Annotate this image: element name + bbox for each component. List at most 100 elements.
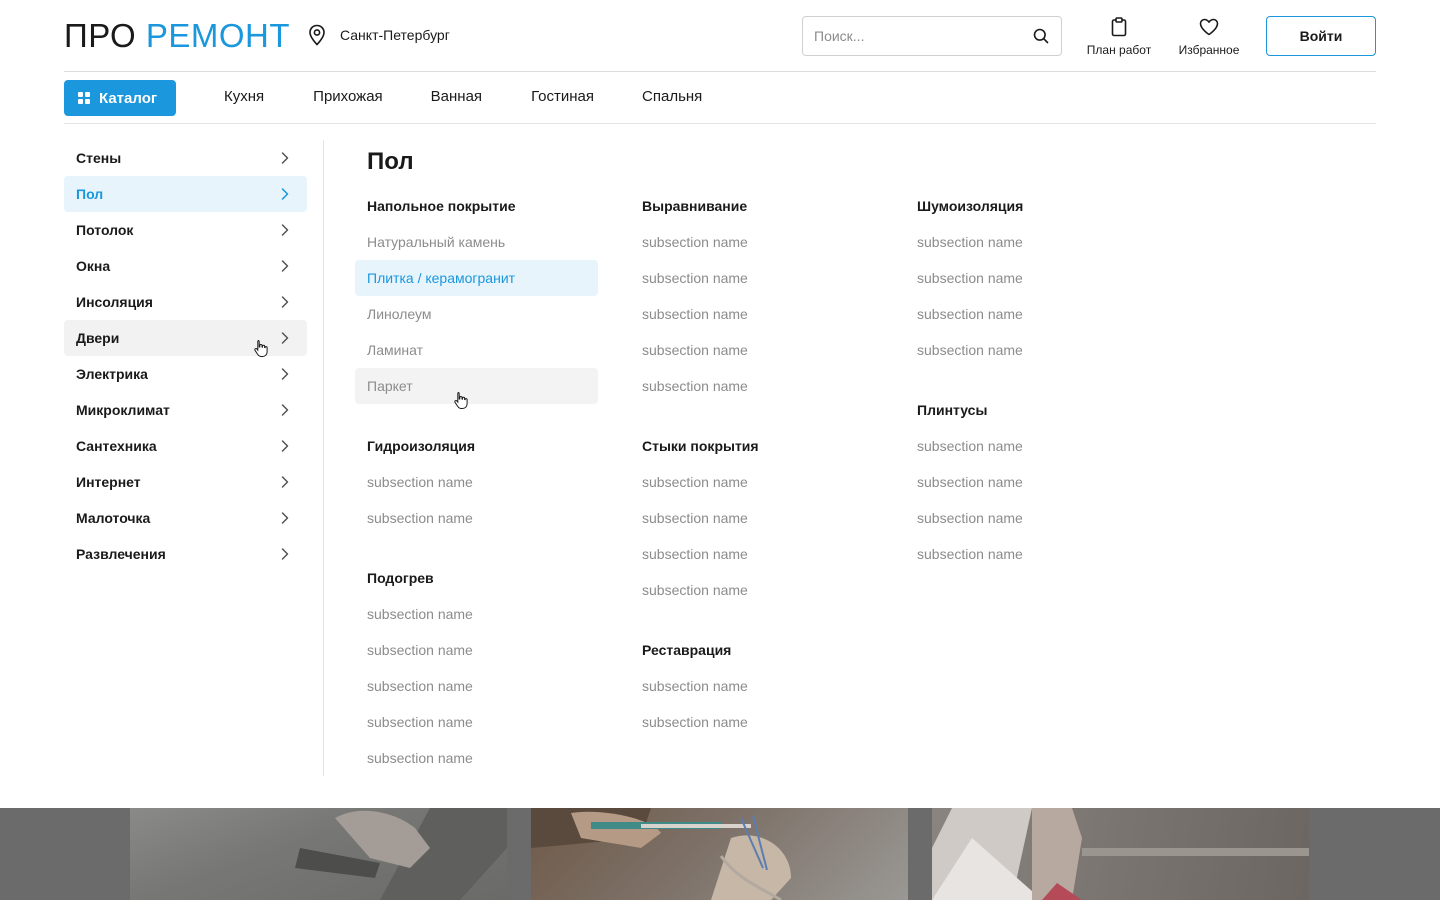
nav-link-living-room[interactable]: Гостиная (531, 88, 594, 105)
ceiling-work-photo (932, 808, 1309, 900)
subsection-heading[interactable]: Шумоизоляция (905, 188, 1148, 224)
subsection-link[interactable]: subsection name (630, 500, 873, 536)
sidebar-item[interactable]: Микроклимат (64, 392, 307, 428)
subsection-link[interactable]: Натуральный камень (355, 224, 598, 260)
subsection-link[interactable]: subsection name (905, 464, 1148, 500)
chevron-right-icon (279, 548, 291, 560)
sidebar-item-label: Потолок (76, 222, 134, 238)
sidebar-item-label: Пол (76, 186, 104, 202)
chevron-right-icon (279, 404, 291, 416)
subsection-link[interactable]: subsection name (905, 536, 1148, 572)
sidebar-item[interactable]: Окна (64, 248, 307, 284)
subsection-heading[interactable]: Гидроизоляция (355, 428, 598, 464)
sidebar-item[interactable]: Потолок (64, 212, 307, 248)
sidebar-item-label: Интернет (76, 474, 141, 490)
subsection-heading[interactable]: Реставрация (630, 632, 873, 668)
sidebar-item[interactable]: Сантехника (64, 428, 307, 464)
subsection-column-3: Шумоизоляция subsection name subsection na… (905, 188, 1148, 596)
logo[interactable]: ПРО РЕМОНТ (64, 18, 290, 54)
background-overlay (0, 808, 1440, 900)
chevron-right-icon (279, 368, 291, 380)
sidebar-item[interactable]: Двери (64, 320, 307, 356)
subsection-link[interactable]: subsection name (630, 704, 873, 740)
catalog-button[interactable]: Каталог (64, 80, 176, 116)
subsection-link[interactable]: subsection name (905, 224, 1148, 260)
subsection-link[interactable]: subsection name (355, 704, 598, 740)
subsection-group: Выравнивание subsection name subsection na… (630, 188, 873, 404)
search-input[interactable] (814, 28, 1031, 44)
sidebar-item-label: Сантехника (76, 438, 157, 454)
sidebar-item-label: Двери (76, 330, 120, 346)
nav-link-hallway[interactable]: Прихожая (313, 88, 383, 105)
subsection-link[interactable]: subsection name (905, 428, 1148, 464)
subsection-link[interactable]: subsection name (905, 260, 1148, 296)
top-nav: Каталог Кухня Прихожая Ванная Гостиная С… (64, 72, 1376, 124)
subsection-link[interactable]: subsection name (905, 296, 1148, 332)
chevron-right-icon (279, 260, 291, 272)
city-label: Санкт-Петербург (340, 27, 450, 43)
clipboard-icon (1108, 16, 1130, 38)
subsection-heading[interactable]: Выравнивание (630, 188, 873, 224)
subsection-link[interactable]: subsection name (355, 740, 598, 776)
catalog-sidebar: Стены Пол Потолок Окна Инсоляция Двери Электри… (64, 140, 307, 572)
sidebar-item[interactable]: Пол (64, 176, 307, 212)
sidebar-item[interactable]: Развлечения (64, 536, 307, 572)
subsection-heading[interactable]: Плинтусы (905, 392, 1148, 428)
subsection-group: Подогрев subsection name subsection name su… (355, 560, 598, 776)
subsection-column-1: Напольное покрытие Натуральный камень Плит… (355, 188, 598, 800)
chevron-right-icon (279, 152, 291, 164)
sidebar-item-label: Инсоляция (76, 294, 153, 310)
subsection-link[interactable]: subsection name (630, 224, 873, 260)
nav-link-bathroom[interactable]: Ванная (431, 88, 482, 105)
subsection-link[interactable]: Ламинат (355, 332, 598, 368)
subsection-link[interactable]: subsection name (355, 500, 598, 536)
grid-icon (78, 92, 90, 104)
search-icon[interactable] (1031, 26, 1051, 46)
subsection-link[interactable]: subsection name (630, 368, 873, 404)
logo-part-1: ПРО (64, 17, 137, 54)
section-title: Пол (367, 148, 414, 175)
subsection-link[interactable]: subsection name (630, 260, 873, 296)
subsection-link[interactable]: Паркет (355, 368, 598, 404)
subsection-link[interactable]: subsection name (355, 632, 598, 668)
hand-cursor-icon (253, 339, 269, 357)
work-plan-button[interactable]: План работ (1082, 16, 1156, 57)
subsection-link[interactable]: subsection name (630, 572, 873, 608)
subsection-link[interactable]: subsection name (905, 500, 1148, 536)
subsection-link[interactable]: subsection name (630, 536, 873, 572)
sidebar-item[interactable]: Инсоляция (64, 284, 307, 320)
sidebar-item[interactable]: Электрика (64, 356, 307, 392)
nav-link-bedroom[interactable]: Спальня (642, 88, 702, 105)
sidebar-item-label: Окна (76, 258, 111, 274)
sidebar-item[interactable]: Стены (64, 140, 307, 176)
sidebar-item[interactable]: Интернет (64, 464, 307, 500)
subsection-group: Реставрация subsection name subsection nam… (630, 632, 873, 740)
login-button[interactable]: Войти (1266, 16, 1376, 56)
subsection-link[interactable]: subsection name (630, 332, 873, 368)
subsection-link[interactable]: subsection name (630, 296, 873, 332)
subsection-heading[interactable]: Напольное покрытие (355, 188, 598, 224)
subsection-link[interactable]: subsection name (905, 332, 1148, 368)
subsection-link[interactable]: subsection name (355, 596, 598, 632)
subsection-link[interactable]: Линолеум (355, 296, 598, 332)
location-pin-icon (306, 24, 328, 46)
sidebar-item-label: Малоточка (76, 510, 151, 526)
subsection-link[interactable]: subsection name (355, 464, 598, 500)
subsection-link[interactable]: subsection name (355, 668, 598, 704)
sidebar-divider (323, 140, 324, 776)
subsection-link[interactable]: Плитка / керамогранит (355, 260, 598, 296)
chevron-right-icon (279, 224, 291, 236)
subsection-group: Плинтусы subsection name subsection name su… (905, 392, 1148, 572)
favorites-button[interactable]: Избранное (1172, 16, 1246, 57)
subsection-group: Шумоизоляция subsection name subsection na… (905, 188, 1148, 368)
chevron-right-icon (279, 296, 291, 308)
subsection-link[interactable]: subsection name (630, 668, 873, 704)
nav-link-kitchen[interactable]: Кухня (224, 88, 264, 105)
subsection-group: Стыки покрытия subsection name subsection … (630, 428, 873, 608)
subsection-heading[interactable]: Стыки покрытия (630, 428, 873, 464)
subsection-heading[interactable]: Подогрев (355, 560, 598, 596)
sidebar-item[interactable]: Малоточка (64, 500, 307, 536)
subsection-link[interactable]: subsection name (630, 464, 873, 500)
city-selector[interactable]: Санкт-Петербург (306, 24, 450, 46)
chevron-right-icon (279, 188, 291, 200)
